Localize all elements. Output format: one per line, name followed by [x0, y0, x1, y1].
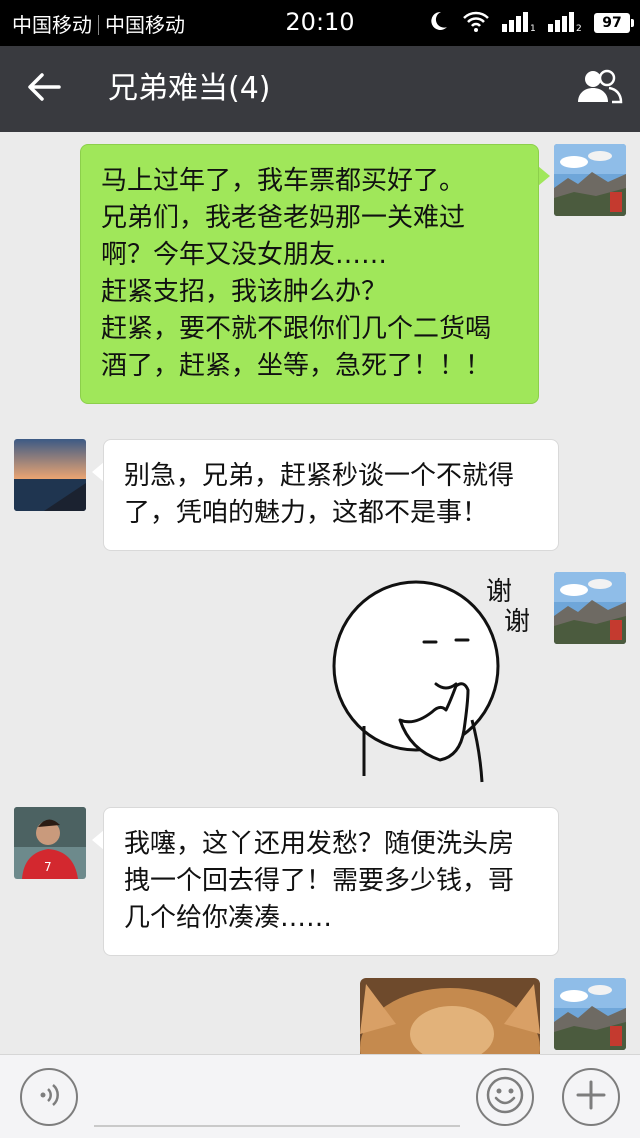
sticker-caption-2: 谢 [504, 607, 530, 637]
group-members-icon [575, 68, 623, 110]
message-list[interactable]: 马上过年了，我车票都买好了。 兄弟们，我老爸老妈那一关难过 啊？今年又没女朋友…… [0, 132, 640, 1054]
sticker-caption-1: 谢 [486, 577, 512, 607]
message-line: 赶紧，要不就不跟你们几个二货喝 [101, 314, 492, 344]
message-line: 马上过年了，我车票都买好了。 [101, 166, 466, 196]
friend-avatar-sunset[interactable] [14, 439, 86, 511]
svg-text:2: 2 [576, 24, 582, 32]
self-avatar[interactable] [554, 144, 626, 216]
message-line: 别急，兄弟，赶紧秒谈一个不就得 [124, 461, 515, 491]
back-button[interactable] [22, 67, 66, 111]
svg-text:1: 1 [530, 24, 536, 32]
chat-header: 兄弟难当(4) [0, 46, 640, 132]
message-bubble-2[interactable]: 别急，兄弟，赶紧秒谈一个不就得 了，凭咱的魅力，这都不是事！ [103, 439, 559, 551]
voice-icon [34, 1080, 64, 1114]
more-options-button[interactable] [562, 1068, 620, 1126]
emoji-icon [485, 1075, 525, 1119]
message-line: 酒了，赶紧，坐等，急死了！！！ [101, 351, 492, 381]
sticker-thanks[interactable]: 谢 谢 [320, 570, 550, 790]
carrier-divider [98, 15, 99, 35]
svg-text:7: 7 [44, 860, 52, 874]
message-line: 赶紧支招，我该肿么办？ [101, 277, 388, 307]
moon-icon [426, 9, 450, 37]
message-bubble-1[interactable]: 马上过年了，我车票都买好了。 兄弟们，我老爸老妈那一关难过 啊？今年又没女朋友…… [80, 144, 539, 404]
status-icons: 1 2 97 [426, 9, 634, 37]
friend-avatar-footballer[interactable]: 7 [14, 807, 86, 879]
signal-icon: 1 [502, 10, 536, 36]
arrow-left-icon [27, 72, 61, 106]
carrier-1: 中国移动 [12, 13, 92, 37]
carrier-info: 中国移动 中国移动 [12, 9, 185, 38]
image-message-dog[interactable] [360, 978, 540, 1054]
self-avatar[interactable] [554, 978, 626, 1050]
carrier-2: 中国移动 [105, 13, 185, 37]
message-line: 兄弟们，我老爸老妈那一关难过 [101, 203, 466, 233]
voice-button[interactable] [20, 1068, 78, 1126]
bubble-tail [538, 166, 550, 186]
plus-icon [574, 1078, 608, 1116]
signal-icon-2: 2 [548, 10, 582, 36]
message-line: 啊？今年又没女朋友…… [101, 240, 388, 270]
message-line: 拽一个回去得了！需要多少钱，哥 [124, 866, 515, 896]
input-bar [0, 1054, 640, 1138]
wifi-icon [462, 10, 490, 36]
message-bubble-3[interactable]: 我噻，这丫还用发愁？随便洗头房 拽一个回去得了！需要多少钱，哥 几个给你凑凑…… [103, 807, 559, 956]
message-line: 我噻，这丫还用发愁？随便洗头房 [124, 829, 515, 859]
emoji-button[interactable] [476, 1068, 534, 1126]
battery-indicator: 97 [594, 13, 634, 33]
self-avatar[interactable] [554, 572, 626, 644]
status-bar: 中国移动 中国移动 20:10 1 2 97 [0, 0, 640, 46]
message-line: 了，凭咱的魅力，这都不是事！ [124, 498, 489, 528]
message-line: 几个给你凑凑…… [124, 903, 333, 933]
message-input[interactable] [94, 1069, 460, 1127]
group-members-button[interactable] [575, 66, 623, 112]
chat-title: 兄弟难当(4) [108, 71, 271, 106]
